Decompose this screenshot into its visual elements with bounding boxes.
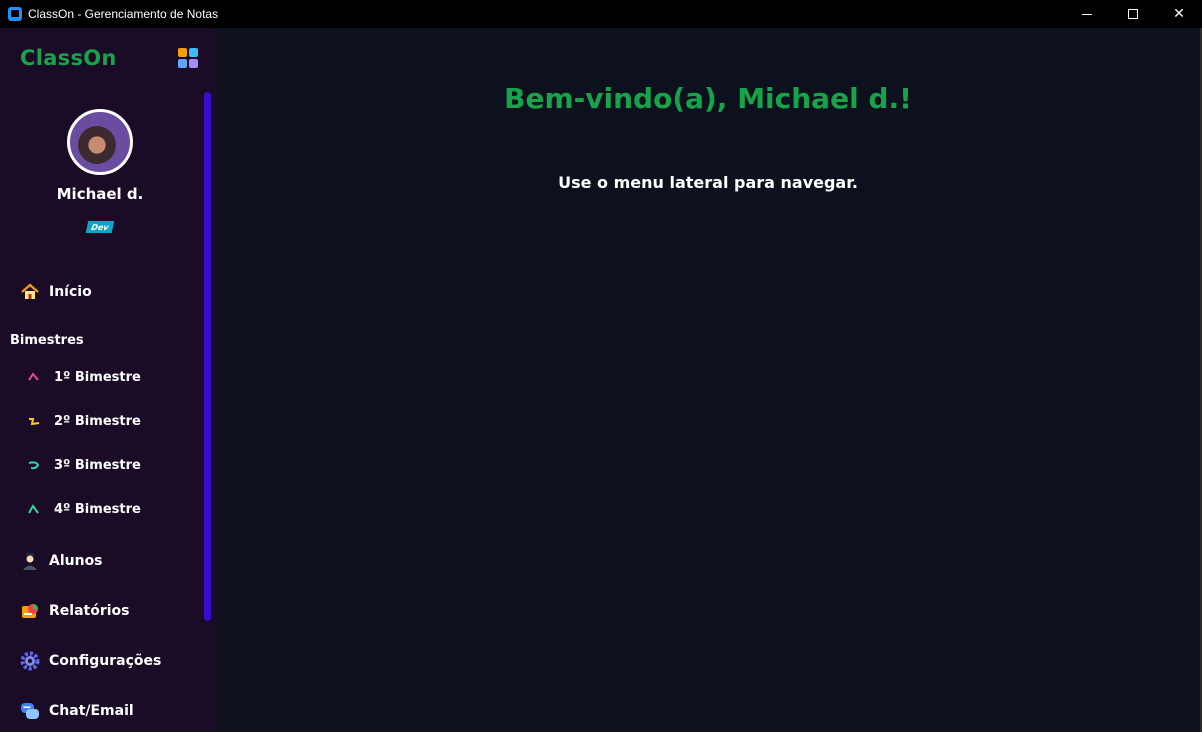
minimize-button[interactable] xyxy=(1064,0,1110,28)
sidebar-item-label: Configurações xyxy=(49,653,162,669)
navigation-hint: Use o menu lateral para navegar. xyxy=(558,173,858,192)
sidebar-item-label: 2º Bimestre xyxy=(54,413,141,429)
role-badge: Dev xyxy=(85,221,115,233)
student-icon xyxy=(20,551,40,571)
chat-icon xyxy=(20,701,40,721)
maximize-icon xyxy=(1128,9,1138,19)
window-controls: ✕ xyxy=(1064,0,1202,28)
sidebar-item-alunos[interactable]: Alunos xyxy=(20,549,103,573)
close-icon: ✕ xyxy=(1173,6,1185,22)
welcome-heading: Bem-vindo(a), Michael d.! xyxy=(504,82,912,115)
close-button[interactable]: ✕ xyxy=(1156,0,1202,28)
grid-cell xyxy=(189,59,198,68)
user-name: Michael d. xyxy=(56,185,144,203)
apps-grid-icon[interactable] xyxy=(178,48,198,68)
section-label-bimestres: Bimestres xyxy=(10,333,84,348)
sidebar-item-bimestre-1[interactable]: 1º Bimestre xyxy=(26,366,141,388)
sidebar-item-label: Alunos xyxy=(49,553,103,569)
sidebar-item-inicio[interactable]: Início xyxy=(20,280,92,304)
house-icon xyxy=(20,282,40,302)
sidebar-item-configuracoes[interactable]: Configurações xyxy=(20,649,161,673)
grid-cell xyxy=(178,59,187,68)
pink-squiggle-icon xyxy=(26,369,42,385)
sidebar-item-bimestre-4[interactable]: 4º Bimestre xyxy=(26,498,141,520)
sidebar-item-relatorios[interactable]: Relatórios xyxy=(20,599,130,623)
sidebar-item-label: 3º Bimestre xyxy=(54,457,141,473)
avatar xyxy=(67,109,133,175)
sidebar-item-label: Relatórios xyxy=(49,603,130,619)
sidebar-item-chat-email[interactable]: Chat/Email xyxy=(20,699,134,723)
report-icon xyxy=(20,601,40,621)
window-titlebar: ClassOn - Gerenciamento de Notas ✕ xyxy=(0,0,1202,28)
app-icon xyxy=(8,7,22,21)
minimize-icon xyxy=(1082,13,1092,15)
grid-cell xyxy=(189,48,198,57)
sidebar-scrollbar[interactable] xyxy=(204,92,211,621)
sidebar-item-label: 1º Bimestre xyxy=(54,369,141,385)
window-title: ClassOn - Gerenciamento de Notas xyxy=(28,7,219,21)
sidebar-item-label: Chat/Email xyxy=(49,703,134,719)
sidebar-item-label: 4º Bimestre xyxy=(54,501,141,517)
brand-logo: ClassOn xyxy=(20,46,117,70)
teal-squiggle-icon xyxy=(26,457,42,473)
maximize-button[interactable] xyxy=(1110,0,1156,28)
sidebar: ClassOn Michael d. Dev Início Bimestres … xyxy=(0,28,217,732)
sidebar-item-bimestre-3[interactable]: 3º Bimestre xyxy=(26,454,141,476)
sidebar-item-label: Início xyxy=(49,284,92,300)
sidebar-item-bimestre-2[interactable]: 2º Bimestre xyxy=(26,410,141,432)
green-squiggle-icon xyxy=(26,501,42,517)
grid-cell xyxy=(178,48,187,57)
yellow-squiggle-icon xyxy=(26,413,42,429)
main-content: Bem-vindo(a), Michael d.! Use o menu lat… xyxy=(217,28,1202,732)
gear-icon xyxy=(20,651,40,671)
